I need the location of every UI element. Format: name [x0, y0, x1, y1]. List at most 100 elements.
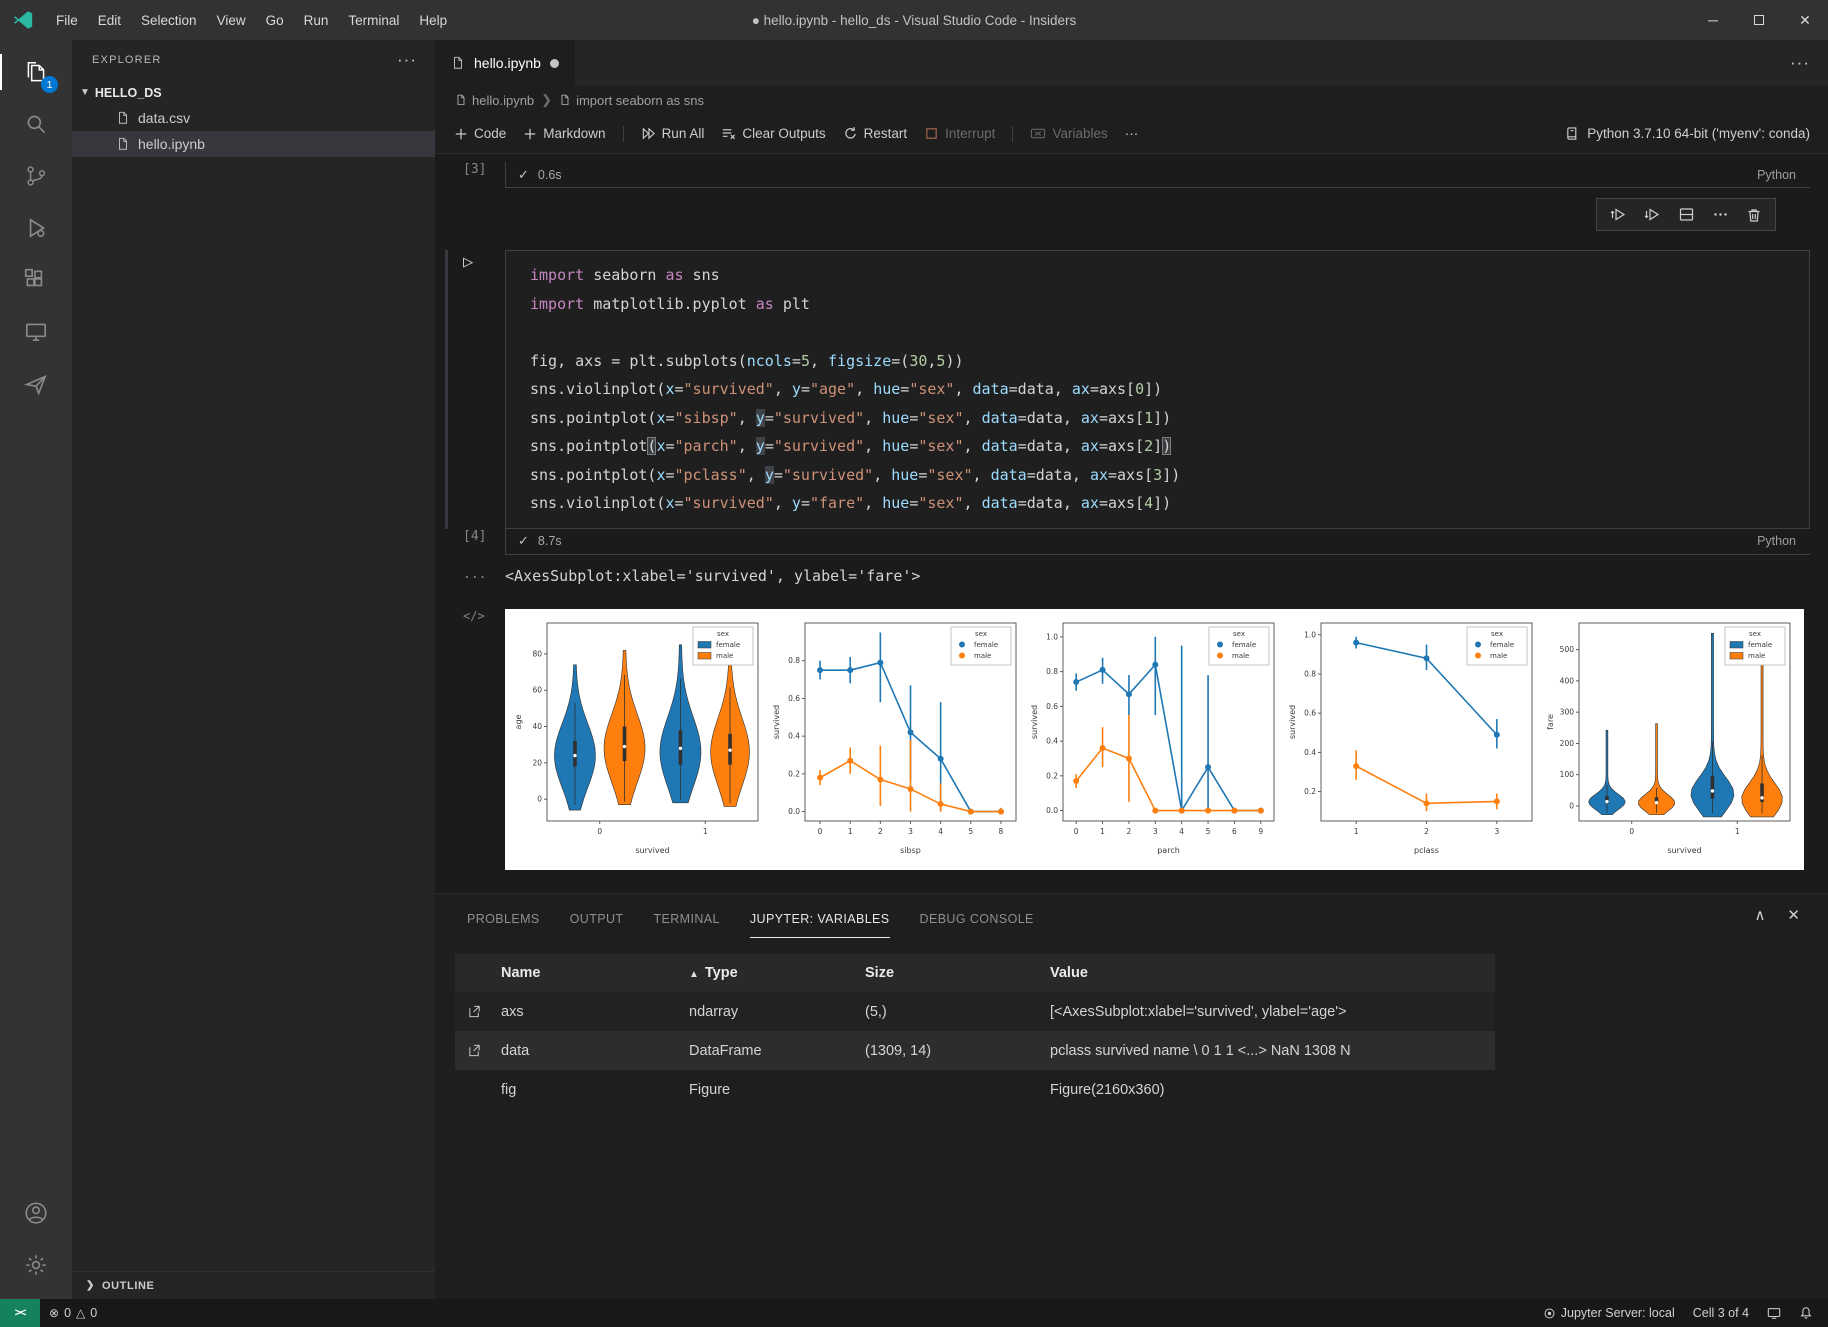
menu-selection[interactable]: Selection — [131, 13, 207, 28]
run-debug-icon[interactable] — [0, 202, 72, 254]
remote-indicator-icon[interactable]: >< — [0, 1299, 40, 1327]
svg-text:0.4: 0.4 — [1046, 736, 1058, 745]
svg-text:5: 5 — [1206, 827, 1211, 836]
split-cell-icon[interactable] — [1678, 206, 1695, 223]
column-name[interactable]: Name — [501, 965, 689, 981]
tab-hello-ipynb[interactable]: hello.ipynb — [435, 40, 575, 86]
panel-tab-terminal[interactable]: TERMINAL — [653, 912, 719, 938]
svg-text:0.8: 0.8 — [1304, 669, 1316, 678]
variable-value: [<AxesSubplot:xlabel='survived', ylabel=… — [1050, 1004, 1495, 1020]
account-icon[interactable] — [0, 1187, 72, 1239]
svg-text:0: 0 — [1569, 801, 1574, 810]
cell-focus-bar[interactable] — [445, 250, 448, 529]
success-check-icon: ✓ — [518, 167, 529, 183]
interrupt-kernel-button[interactable]: Interrupt — [924, 126, 995, 141]
remote-explorer-icon[interactable] — [0, 306, 72, 358]
cell-language[interactable]: Python — [1757, 534, 1796, 548]
file-icon — [455, 94, 467, 106]
folder-section-hello-ds[interactable]: ▼ HELLO_DS — [72, 80, 435, 105]
menu-file[interactable]: File — [46, 13, 88, 28]
menu-view[interactable]: View — [207, 13, 256, 28]
variable-row-axs[interactable]: axsndarray(5,)[<AxesSubplot:xlabel='surv… — [455, 992, 1495, 1031]
menu-help[interactable]: Help — [409, 13, 457, 28]
modified-dot-icon[interactable] — [550, 59, 559, 68]
explorer-icon[interactable]: 1 — [0, 46, 72, 98]
menu-run[interactable]: Run — [294, 13, 339, 28]
problems-status[interactable]: ⊗ 0 △ 0 — [40, 1299, 106, 1327]
svg-text:0.2: 0.2 — [788, 769, 800, 778]
panel-collapse-icon[interactable]: ∧ — [1754, 906, 1765, 924]
run-cell-icon[interactable]: ▷ — [463, 252, 473, 272]
chevron-down-icon: ▼ — [80, 87, 90, 98]
close-icon[interactable]: ✕ — [1782, 0, 1828, 40]
svg-text:sex: sex — [717, 630, 729, 638]
delete-cell-icon[interactable] — [1746, 207, 1762, 223]
panel-tab-problems[interactable]: PROBLEMS — [467, 912, 540, 938]
folder-name: HELLO_DS — [95, 86, 162, 100]
menu-edit[interactable]: Edit — [88, 13, 131, 28]
svg-text:survived: survived — [1288, 704, 1297, 738]
variable-type: Figure — [689, 1082, 865, 1098]
kernel-picker[interactable]: Python 3.7.10 64-bit ('myenv': conda) — [1565, 126, 1810, 141]
column-type[interactable]: ▲Type — [689, 965, 865, 981]
svg-text:1: 1 — [848, 827, 853, 836]
column-value[interactable]: Value — [1050, 965, 1495, 981]
execution-count: [3] — [435, 162, 505, 188]
minimize-icon[interactable]: ─ — [1690, 0, 1736, 40]
warning-count: 0 — [90, 1306, 97, 1320]
run-all-button[interactable]: Run All — [641, 126, 705, 141]
code-line-6: sns.pointplot(x="sibsp", y="survived", h… — [530, 404, 1801, 433]
file-icon — [116, 111, 130, 125]
screencast-icon[interactable] — [1758, 1299, 1790, 1327]
file-item-hello.ipynb[interactable]: hello.ipynb — [72, 131, 435, 157]
explorer-more-actions-icon[interactable]: ··· — [397, 50, 417, 70]
extensions-icon[interactable] — [0, 254, 72, 306]
source-control-icon[interactable] — [0, 150, 72, 202]
file-item-data.csv[interactable]: data.csv — [72, 105, 435, 131]
open-in-data-viewer-icon[interactable] — [467, 1043, 491, 1058]
variable-size: (1309, 14) — [865, 1043, 1050, 1059]
run-above-icon[interactable] — [1610, 206, 1627, 223]
more-actions-icon[interactable] — [1712, 206, 1729, 223]
add-code-cell-button[interactable]: Code — [454, 126, 506, 141]
mime-type-icon[interactable]: </> — [435, 609, 505, 870]
tab-label: hello.ipynb — [474, 55, 541, 71]
clear-outputs-button[interactable]: Clear Outputs — [721, 126, 825, 141]
variable-row-data[interactable]: dataDataFrame(1309, 14)pclass survived n… — [455, 1031, 1495, 1070]
run-below-icon[interactable] — [1644, 206, 1661, 223]
menu-terminal[interactable]: Terminal — [338, 13, 409, 28]
settings-gear-icon[interactable] — [0, 1239, 72, 1291]
toolbar-more-icon[interactable]: ··· — [1125, 126, 1139, 141]
breadcrumb-cell[interactable]: import seaborn as sns — [559, 93, 704, 108]
restart-kernel-button[interactable]: Restart — [843, 126, 908, 141]
breadcrumb-file[interactable]: hello.ipynb — [455, 93, 534, 108]
svg-text:2: 2 — [1127, 827, 1132, 836]
add-markdown-cell-button[interactable]: Markdown — [523, 126, 605, 141]
paper-plane-icon[interactable] — [0, 358, 72, 410]
column-size[interactable]: Size — [865, 965, 1050, 981]
sort-ascending-icon: ▲ — [689, 969, 699, 980]
svg-text:3: 3 — [1153, 827, 1158, 836]
panel-tab-debug-console[interactable]: DEBUG CONSOLE — [920, 912, 1034, 938]
explorer-title: EXPLORER — [92, 54, 162, 66]
open-in-data-viewer-icon[interactable] — [467, 1004, 491, 1019]
panel-close-icon[interactable]: ✕ — [1787, 906, 1800, 924]
variable-row-fig[interactable]: figFigureFigure(2160x360) — [455, 1070, 1495, 1109]
cell-indicator[interactable]: Cell 3 of 4 — [1684, 1299, 1758, 1327]
code-editor[interactable]: import seaborn as snsimport matplotlib.p… — [505, 250, 1810, 529]
editor-actions-more-icon[interactable]: ··· — [1790, 53, 1810, 73]
panel-tab-output[interactable]: OUTPUT — [570, 912, 624, 938]
panel-tab-jupyter-variables[interactable]: JUPYTER: VARIABLES — [750, 912, 890, 938]
outline-section[interactable]: ❯ OUTLINE — [72, 1271, 435, 1299]
svg-text:0.4: 0.4 — [1304, 747, 1316, 756]
cell-language[interactable]: Python — [1757, 168, 1796, 182]
notebook-file-icon — [451, 56, 465, 70]
notifications-bell-icon[interactable] — [1790, 1299, 1822, 1327]
menu-go[interactable]: Go — [256, 13, 294, 28]
search-icon[interactable] — [0, 98, 72, 150]
maximize-icon[interactable] — [1736, 0, 1782, 40]
jupyter-server-status[interactable]: Jupyter Server: local — [1534, 1299, 1684, 1327]
variables-button[interactable]: Variables — [1030, 126, 1107, 141]
panel-actions: ∧ ✕ — [1754, 906, 1800, 924]
svg-text:4: 4 — [1179, 827, 1184, 836]
